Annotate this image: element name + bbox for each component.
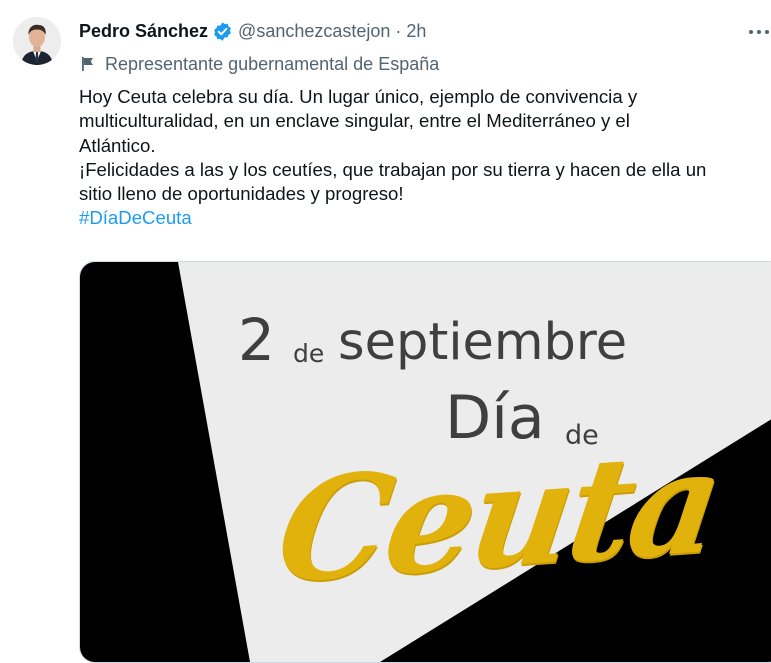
tweet-timestamp[interactable]: 2h — [406, 21, 426, 42]
government-label[interactable]: Representante gubernamental de España — [79, 52, 439, 76]
separator-dot: · — [395, 20, 402, 41]
tweet[interactable]: Pedro Sánchez @sanchezcastejon · 2h Repr… — [0, 0, 771, 663]
tweet-header: Pedro Sánchez @sanchezcastejon · 2h — [79, 18, 426, 44]
tweet-media-image[interactable]: 2 de septiembre Día de Ceuta — [79, 261, 771, 663]
tweet-text-line: Hoy Ceuta celebra su día. Un lugar único… — [79, 86, 638, 107]
more-options-icon[interactable] — [748, 23, 770, 39]
verified-badge-icon — [212, 21, 233, 42]
tweet-text-line: Atlántico. — [79, 134, 156, 156]
tweet-text-line: multiculturalidad, en un enclave singula… — [79, 110, 630, 132]
media-month: septiembre — [338, 313, 628, 372]
media-city-name: Ceuta — [268, 419, 729, 616]
avatar[interactable] — [13, 17, 61, 65]
author-name[interactable]: Pedro Sánchez — [79, 21, 208, 42]
avatar-photo — [13, 17, 61, 65]
media-de-small: de — [293, 339, 325, 368]
flag-icon — [79, 55, 97, 73]
tweet-text: Hoy Ceuta celebra su día. Un lugar único… — [79, 85, 771, 231]
tweet-text-line: ¡Felicidades a las y los ceutíes, que tr… — [79, 158, 707, 180]
hashtag-link[interactable]: #DíaDeCeuta — [79, 207, 192, 228]
media-day-number: 2 — [238, 306, 275, 374]
author-handle[interactable]: @sanchezcastejon — [238, 21, 390, 42]
tweet-text-line: sitio lleno de oportunidades y progreso! — [79, 183, 404, 205]
government-label-text: Representante gubernamental de España — [105, 53, 440, 74]
